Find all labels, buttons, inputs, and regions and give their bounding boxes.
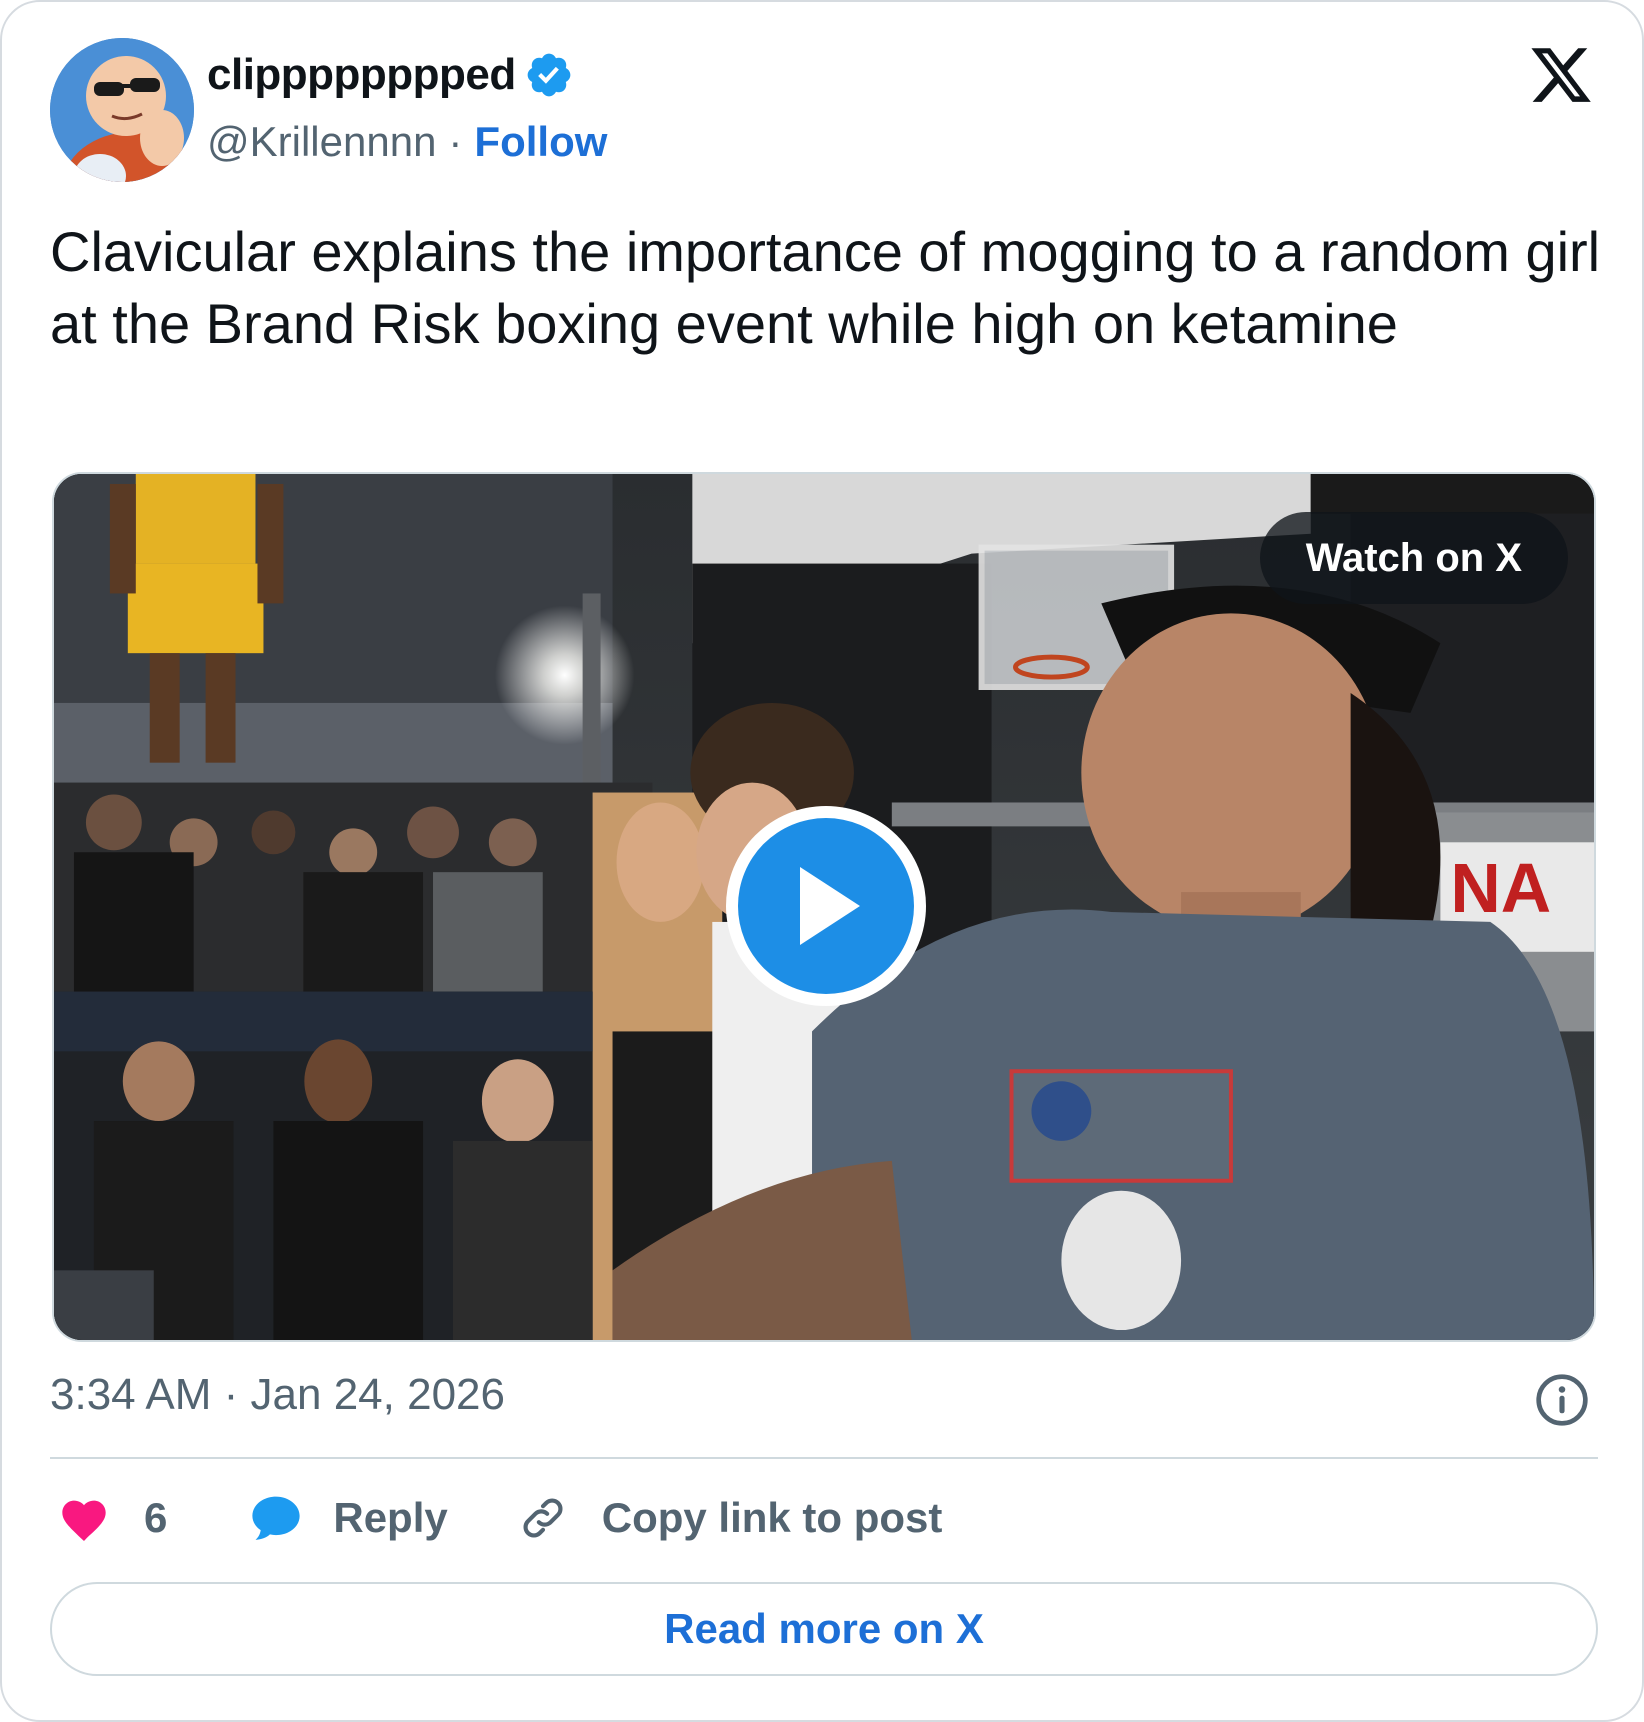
info-icon[interactable]	[1534, 1372, 1590, 1428]
play-icon	[800, 867, 860, 945]
reply-bubble-icon	[252, 1496, 300, 1540]
x-logo-icon[interactable]	[1528, 42, 1594, 108]
copy-link-action[interactable]: Copy link to post	[518, 1493, 943, 1543]
author-handle-row: @Krillennnn · Follow	[207, 118, 607, 166]
play-button[interactable]	[726, 806, 926, 1006]
separator-dot: ·	[448, 118, 463, 165]
tweet-text: Clavicular explains the importance of mo…	[50, 220, 1601, 355]
copy-link-label: Copy link to post	[601, 1494, 943, 1541]
watch-on-x-button[interactable]: Watch on X	[1259, 512, 1568, 604]
author-display-name[interactable]: clipppppppped	[207, 50, 516, 100]
follow-button[interactable]: Follow	[474, 118, 607, 166]
play-button-inner	[738, 818, 914, 994]
author-name-row: clipppppppped	[207, 50, 574, 100]
post-timestamp[interactable]: 3:34 AM · Jan 24, 2026	[50, 1370, 505, 1420]
tweet-embed-card: clipppppppped @Krillennnn · Follow Clavi…	[0, 0, 1644, 1722]
action-bar: 6 Reply Copy link to post	[58, 1486, 942, 1550]
avatar[interactable]	[50, 38, 194, 182]
reply-action[interactable]: Reply	[249, 1493, 448, 1543]
reply-label: Reply	[333, 1494, 448, 1541]
read-more-button[interactable]: Read more on X	[50, 1582, 1598, 1676]
svg-text:NA: NA	[1450, 849, 1551, 927]
video-thumbnail[interactable]: NA Watch on X	[52, 472, 1596, 1342]
like-count: 6	[144, 1494, 168, 1541]
verified-badge-icon	[527, 53, 571, 97]
divider	[50, 1457, 1598, 1459]
like-action[interactable]: 6	[58, 1494, 167, 1542]
heart-icon	[62, 1500, 106, 1541]
link-icon	[523, 1498, 563, 1538]
avatar-illustration	[50, 38, 194, 182]
author-handle[interactable]: @Krillennnn	[207, 118, 436, 166]
